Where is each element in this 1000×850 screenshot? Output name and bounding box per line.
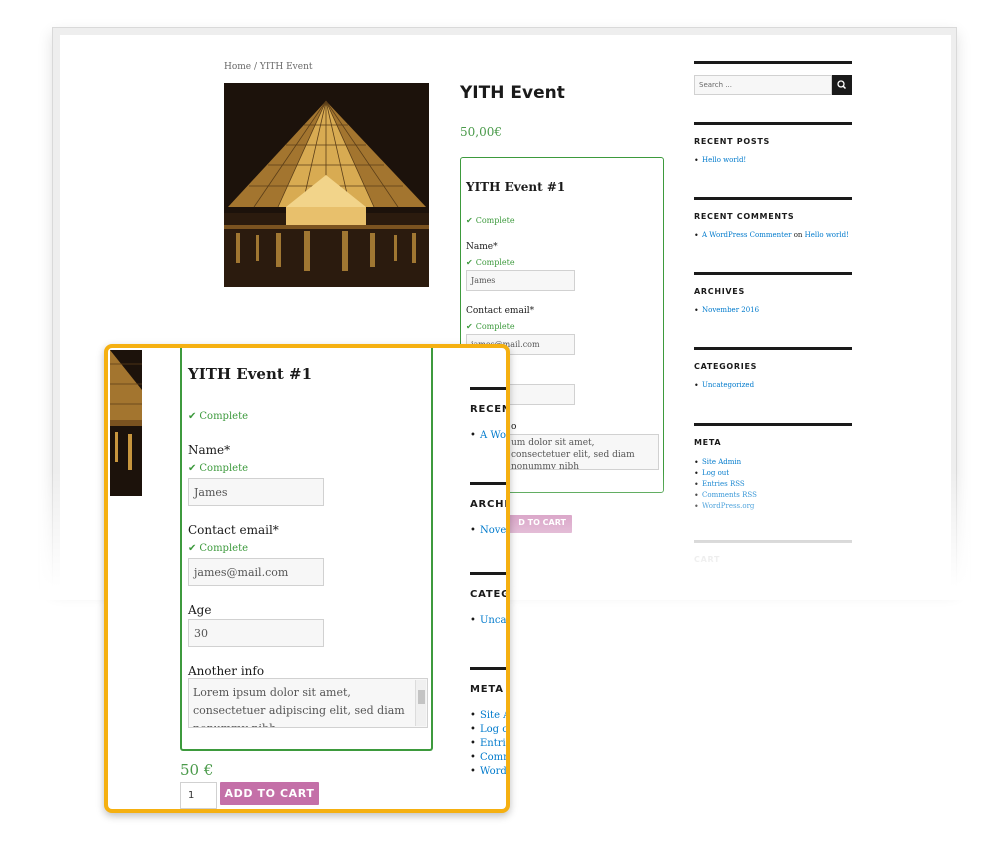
list-item[interactable]: Comments RSS bbox=[694, 490, 852, 501]
list-item[interactable]: Novem bbox=[470, 524, 506, 538]
add-to-cart-button[interactable]: ADD TO CART bbox=[220, 782, 319, 805]
status-complete: ✔ Complete bbox=[466, 216, 515, 225]
another-info-label: Another info bbox=[188, 664, 265, 678]
recent-posts-title: RECENT POSTS bbox=[694, 137, 770, 146]
list-item[interactable]: Site Admin bbox=[694, 457, 852, 468]
list-item[interactable]: Entrie bbox=[470, 737, 506, 751]
name-input[interactable]: James bbox=[188, 478, 324, 506]
comment-author-link[interactable]: A WordPress Commenter bbox=[702, 231, 791, 239]
list-item[interactable]: WordPress.org bbox=[694, 501, 852, 512]
another-info-textarea[interactable]: Lorem ipsum dolor sit amet, consectetuer… bbox=[188, 678, 428, 728]
email-label: Contact email* bbox=[466, 306, 535, 316]
recent-comments-title: RECEN bbox=[470, 404, 510, 415]
list-item[interactable]: Uncat bbox=[470, 614, 506, 628]
scrollbar-thumb[interactable] bbox=[418, 690, 425, 704]
check-icon: ✔ bbox=[466, 322, 473, 331]
list-item[interactable]: A Wor bbox=[470, 429, 506, 443]
list-item: A WordPress Commenter on Hello world! bbox=[694, 230, 852, 241]
recent-comments-widget: RECENT COMMENTS A WordPress Commenter on… bbox=[694, 197, 852, 241]
sidebar-categories-crop: CATEG Uncat bbox=[470, 572, 510, 628]
product-price: 50 € bbox=[180, 761, 214, 779]
sidebar-meta-crop: META Site A Log ou Entrie Comm WordP bbox=[470, 667, 506, 779]
list-item[interactable]: November 2016 bbox=[694, 305, 852, 316]
recent-comments-title: RECENT COMMENTS bbox=[694, 212, 795, 221]
age-label: Age bbox=[188, 603, 212, 617]
name-status-complete: ✔ Complete bbox=[188, 463, 248, 474]
search-button[interactable] bbox=[832, 75, 852, 95]
sidebar-archives-crop: ARCHI Novem bbox=[470, 482, 509, 538]
list-item[interactable]: Log out bbox=[694, 468, 852, 479]
list-item[interactable]: Comm bbox=[470, 751, 506, 765]
name-status-complete: ✔ Complete bbox=[466, 258, 515, 267]
breadcrumb: Home / YITH Event bbox=[224, 62, 313, 72]
archives-title: ARCHIVES bbox=[694, 287, 745, 296]
email-status-complete: ✔ Complete bbox=[188, 543, 248, 554]
categories-title: CATEGORIES bbox=[694, 362, 758, 371]
add-to-cart-button[interactable]: D TO CART bbox=[502, 515, 572, 533]
textarea-scrollbar[interactable] bbox=[415, 680, 426, 726]
email-input[interactable]: james@mail.com bbox=[188, 558, 324, 586]
event-title: YITH Event #1 bbox=[466, 180, 566, 194]
check-icon: ✔ bbox=[466, 216, 473, 225]
check-icon: ✔ bbox=[188, 463, 197, 474]
product-title: YITH Event bbox=[460, 83, 565, 103]
meta-title: META bbox=[470, 684, 504, 695]
list-item[interactable]: WordP bbox=[470, 765, 506, 779]
comment-post-link[interactable]: Hello world! bbox=[805, 231, 849, 239]
archives-widget: ARCHIVES November 2016 bbox=[694, 272, 852, 316]
archives-title: ARCHI bbox=[470, 499, 509, 510]
meta-title: META bbox=[694, 438, 722, 447]
email-label: Contact email* bbox=[188, 523, 279, 537]
sidebar-recent-comments-crop: RECEN A Wor bbox=[470, 387, 510, 443]
list-item[interactable]: Uncategorized bbox=[694, 380, 852, 391]
check-icon: ✔ bbox=[188, 543, 197, 554]
name-label: Name* bbox=[188, 443, 231, 457]
check-icon: ✔ bbox=[188, 411, 197, 422]
search-form: Search ... bbox=[694, 75, 852, 95]
search-icon bbox=[837, 80, 847, 90]
check-icon: ✔ bbox=[466, 258, 473, 267]
list-item[interactable]: Log ou bbox=[470, 723, 506, 737]
meta-widget: META Site Admin Log out Entries RSS Comm… bbox=[694, 423, 852, 512]
email-status-complete: ✔ Complete bbox=[466, 322, 515, 331]
product-image-crop bbox=[110, 350, 142, 496]
list-item[interactable]: Site A bbox=[470, 709, 506, 723]
product-image[interactable] bbox=[224, 83, 429, 287]
event-form-box: YITH Event #1 ✔ Complete Name* ✔ Complete … bbox=[180, 348, 433, 751]
event-title: YITH Event #1 bbox=[188, 365, 313, 383]
cart-widget: CART bbox=[694, 540, 852, 564]
another-info-label: o bbox=[511, 422, 517, 432]
categories-widget: CATEGORIES Uncategorized bbox=[694, 347, 852, 391]
list-item[interactable]: Entries RSS bbox=[694, 479, 852, 490]
list-item[interactable]: Hello world! bbox=[694, 155, 852, 166]
quantity-input[interactable]: 1 bbox=[180, 782, 217, 809]
age-input[interactable]: 30 bbox=[188, 619, 324, 647]
sidebar-rule bbox=[694, 61, 852, 64]
categories-title: CATEG bbox=[470, 589, 510, 600]
product-price: 50,00€ bbox=[460, 125, 502, 139]
zoomed-detail-panel: YITH Event #1 ✔ Complete Name* ✔ Complete … bbox=[104, 344, 510, 813]
search-input[interactable]: Search ... bbox=[694, 75, 832, 95]
status-complete: ✔ Complete bbox=[188, 411, 248, 422]
name-input[interactable]: James bbox=[466, 270, 575, 291]
cart-title: CART bbox=[694, 555, 721, 564]
recent-posts-widget: RECENT POSTS Hello world! bbox=[694, 122, 852, 166]
name-label: Name* bbox=[466, 242, 498, 252]
